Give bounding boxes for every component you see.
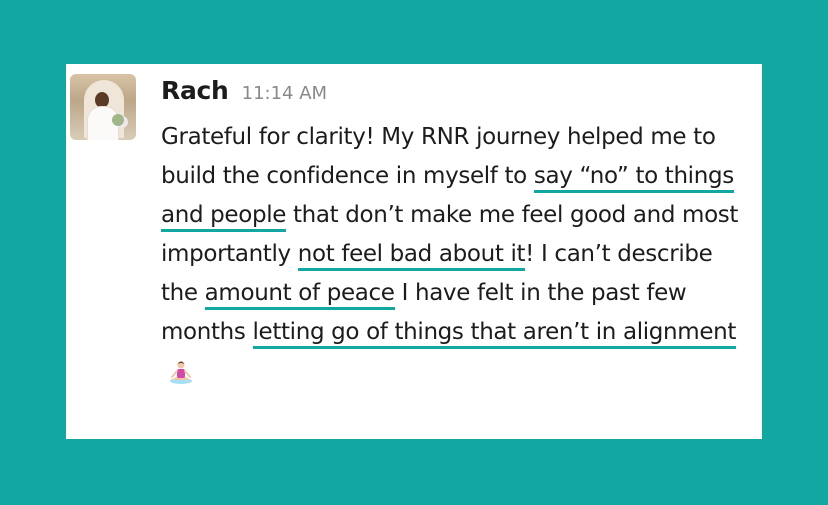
highlighted-phrase: not feel bad about it xyxy=(297,241,526,271)
avatar-bouquet xyxy=(112,114,124,126)
author-name[interactable]: Rach xyxy=(161,76,229,105)
message-header: Rach 11:14 AM xyxy=(161,76,327,105)
avatar[interactable] xyxy=(70,74,136,140)
person-in-lotus-position-icon xyxy=(167,359,195,385)
message-timestamp[interactable]: 11:14 AM xyxy=(242,83,327,104)
highlighted-phrase: amount of peace xyxy=(204,280,395,310)
message-card: Rach 11:14 AM Grateful for clarity! My R… xyxy=(66,64,762,439)
highlighted-phrase: letting go of things that aren’t in alig… xyxy=(252,319,736,349)
message-body: Grateful for clarity! My RNR journey hel… xyxy=(161,118,755,391)
